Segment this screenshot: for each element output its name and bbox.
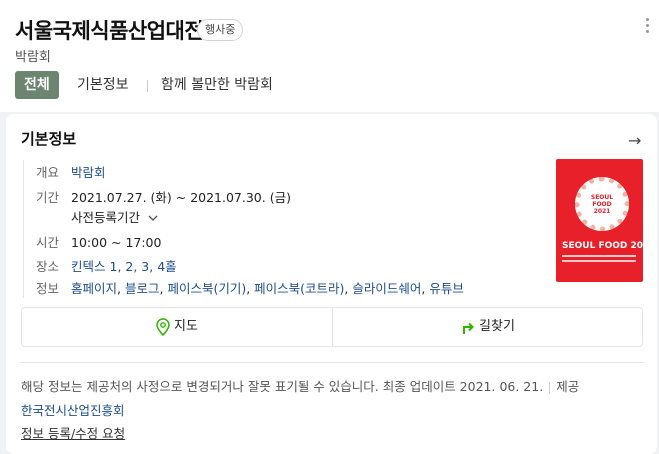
event-poster[interactable]: SEOUL FOOD 2021 SEOUL FOOD 2021: [556, 159, 643, 282]
arrow-right-icon[interactable]: →: [628, 131, 641, 150]
page-title: 서울국제식품산업대전: [15, 19, 204, 43]
period-value: 2021.07.27. (화) ~ 2021.07.30. (금): [71, 190, 291, 205]
facebook-device-link[interactable]: 페이스북(기기): [167, 281, 246, 296]
action-buttons: 지도 길찾기: [21, 307, 643, 347]
hall-info: 1, 2, 3, 4홀: [109, 259, 177, 274]
time-label: 시간: [36, 235, 60, 250]
preregistration-label: 사전등록기간: [71, 210, 141, 225]
map-button-label: 지도: [174, 319, 198, 334]
provider-label: 제공: [556, 379, 580, 394]
place-row: 장소 킨텍스 1, 2, 3, 4홀: [36, 256, 177, 275]
directions-button[interactable]: 길찾기: [333, 308, 643, 346]
tab-basic-info[interactable]: 기본정보: [77, 71, 129, 99]
facebook-kotra-link[interactable]: 페이스북(코트라): [254, 281, 344, 296]
status-badge: 행사중: [197, 19, 244, 41]
slideshare-link[interactable]: 슬라이드쉐어: [352, 281, 421, 296]
poster-emblem: SEOUL FOOD 2021: [575, 177, 629, 231]
tab-related-expos[interactable]: 함께 볼만한 박람회: [161, 71, 273, 99]
card-title: 기본정보: [21, 130, 77, 148]
homepage-link[interactable]: 홈페이지: [71, 281, 117, 296]
period-label: 기간: [36, 190, 60, 205]
basic-info-card: 기본정보 → 개요 박람회 기간 2021.07.27. (화) ~ 2021.07…: [6, 114, 657, 454]
time-row: 시간 10:00 ~ 17:00: [36, 232, 161, 251]
info-label: 정보: [36, 281, 60, 296]
blog-link[interactable]: 블로그: [125, 281, 160, 296]
directions-icon: [463, 322, 474, 334]
chevron-down-icon: [148, 215, 158, 221]
info-row: 정보 홈페이지, 블로그, 페이스북(기기), 페이스북(코트라), 슬라이드쉐어…: [36, 278, 464, 297]
overview-label: 개요: [36, 165, 60, 180]
time-value: 10:00 ~ 17:00: [71, 235, 162, 250]
disclaimer: 해당 정보는 제공처의 사정으로 변경되거나 잘못 표기될 수 있습니다. 최종…: [21, 376, 579, 395]
period-row: 기간 2021.07.27. (화) ~ 2021.07.30. (금): [36, 187, 291, 206]
venue-link[interactable]: 킨텍스: [71, 259, 106, 274]
disclaimer-text: 해당 정보는 제공처의 사정으로 변경되거나 잘못 표기될 수 있습니다. 최종…: [21, 379, 544, 394]
map-button[interactable]: 지도: [22, 308, 332, 346]
map-pin-icon: [156, 317, 170, 336]
kebab-menu-icon[interactable]: [645, 18, 651, 36]
header: 서울국제식품산업대전 행사중 박람회 전체 기본정보 함께 볼만한 박람회: [0, 0, 659, 112]
category-label: 박람회: [15, 50, 51, 65]
overview-row: 개요 박람회: [36, 162, 106, 181]
overview-value[interactable]: 박람회: [71, 165, 106, 180]
provider-link[interactable]: 한국전시산업진흥회: [21, 400, 125, 419]
tab-divider: [147, 80, 148, 92]
info-edit-request-link[interactable]: 정보 등록/수정 요청: [21, 423, 125, 442]
place-label: 장소: [36, 259, 60, 274]
info-guide-line: [23, 160, 24, 298]
directions-button-label: 길찾기: [479, 319, 515, 334]
poster-event-name: SEOUL FOOD 2021: [562, 241, 643, 251]
youtube-link[interactable]: 유튜브: [429, 281, 464, 296]
preregistration-toggle[interactable]: 사전등록기간: [71, 207, 158, 226]
tab-all[interactable]: 전체: [15, 71, 59, 99]
